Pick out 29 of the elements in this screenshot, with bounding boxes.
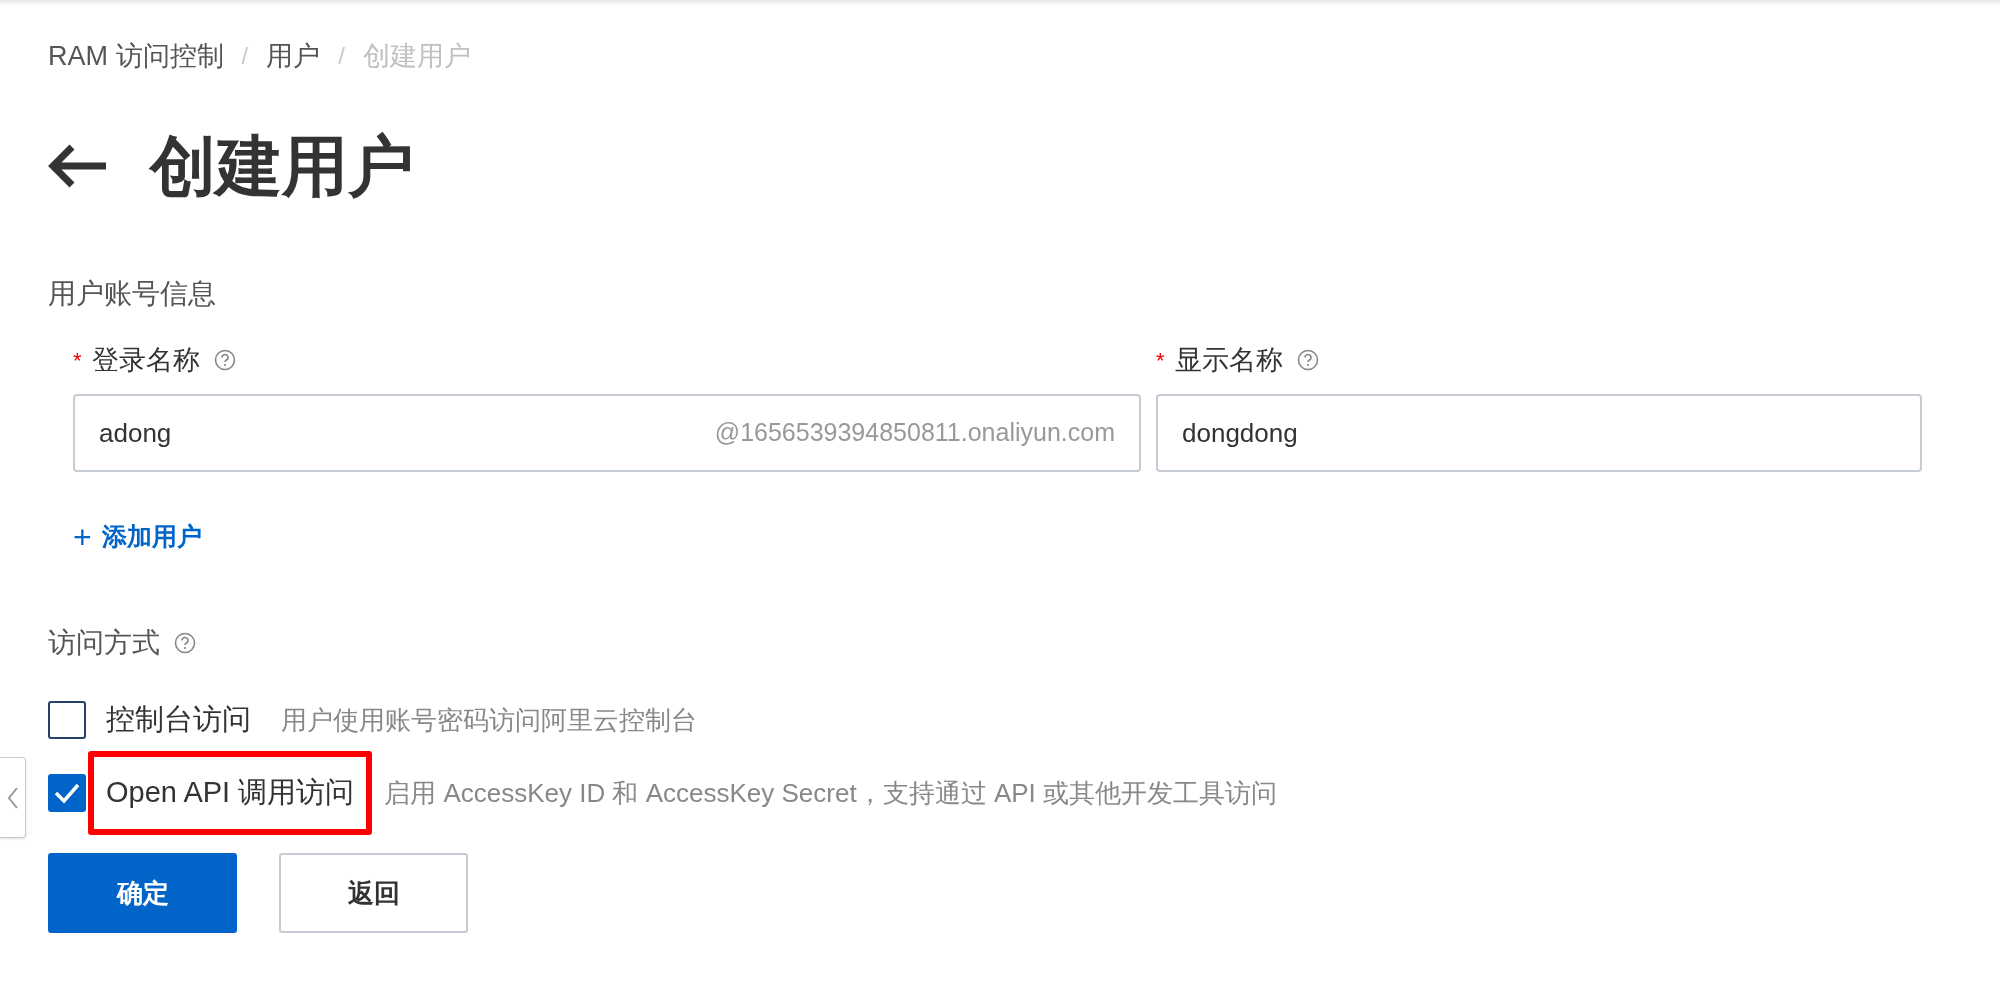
option-description: 启用 AccessKey ID 和 AccessKey Secret，支持通过 API 或其他开发工具访问 <box>384 776 1278 810</box>
text-field[interactable]: adong @1656539394850811.onaliyun.com <box>73 394 1141 472</box>
breadcrumb-current: 创建用户 <box>362 39 471 73</box>
help-icon[interactable] <box>174 632 196 654</box>
required-mark: * <box>73 346 82 375</box>
text-field[interactable]: dongdong <box>1156 394 1922 472</box>
confirm-button[interactable]: 确定 <box>48 853 237 933</box>
option-label[interactable]: Open API 调用访问 <box>88 751 373 835</box>
add-user-link[interactable]: + 添加用户 <box>73 517 202 557</box>
breadcrumb-separator: / <box>241 41 249 71</box>
section-title: 访问方式 <box>48 626 160 660</box>
required-mark: * <box>1156 346 1165 375</box>
breadcrumb-link[interactable]: 用户 <box>266 35 321 77</box>
field-label: 显示名称 <box>1174 343 1283 377</box>
page-title: 创建用户 <box>150 127 414 205</box>
checkmark-icon <box>53 782 81 804</box>
option-description: 用户使用账号密码访问阿里云控制台 <box>281 703 697 737</box>
breadcrumb-link[interactable]: RAM 访问控制 <box>48 35 224 77</box>
help-icon[interactable] <box>1296 349 1319 371</box>
checkbox[interactable] <box>48 701 86 739</box>
help-icon[interactable] <box>213 349 236 371</box>
field-label: 登录名称 <box>91 343 200 377</box>
back-arrow-icon[interactable] <box>48 143 108 189</box>
checkbox[interactable] <box>48 774 86 812</box>
breadcrumb-separator: / <box>338 41 345 71</box>
back-button[interactable]: 返回 <box>279 853 468 933</box>
chevron-left-icon <box>6 785 19 810</box>
section-title: 用户账号信息 <box>48 277 216 311</box>
email-suffix: @1656539394850811.onaliyun.com <box>714 417 1115 449</box>
